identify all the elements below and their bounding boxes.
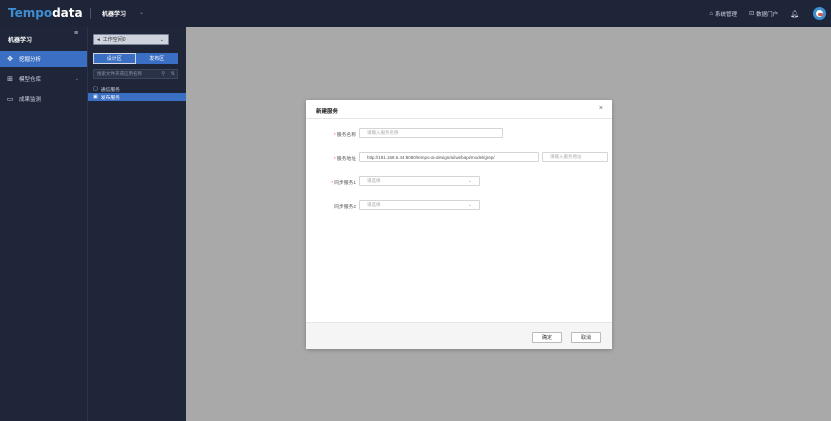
sidebar-item-label: 挖掘分析 xyxy=(19,57,42,63)
tab-design[interactable]: 设计区 xyxy=(93,53,136,64)
workspace-select[interactable]: ◂ 工作空间0 ⌄ xyxy=(93,34,169,45)
service-name-label: *服务名称 xyxy=(333,133,356,138)
tree-item[interactable]: ▢ 通信服务 xyxy=(88,85,187,93)
sidebar-title: 机器学习 xyxy=(8,38,33,44)
search-input[interactable]: 搜索文件夹或应用名称 ⚲ ⇅ xyxy=(93,69,178,79)
sidebar-item-label: 成果监测 xyxy=(19,97,42,103)
folder-icon: ▢ xyxy=(93,86,98,92)
divider xyxy=(306,118,612,119)
back-icon: ◂ xyxy=(97,36,100,43)
portal-icon: ⊡ xyxy=(749,11,755,17)
top-bar: Tempodata 机器学习 ⌄ ⌂ 系统管理 ⊡ 数据门户 🔔︎ xyxy=(0,0,831,27)
chevron-down-icon: ⌄ xyxy=(74,76,79,82)
home-icon: ⌂ xyxy=(709,10,714,17)
area-tabs: 设计区 发布区 xyxy=(93,53,178,64)
chevron-down-icon: ⌄ xyxy=(467,178,472,184)
service-url-input[interactable]: http://191.168.6.44:8080/tempo-ai-design… xyxy=(359,152,539,162)
close-icon[interactable]: × xyxy=(599,105,603,112)
confirm-button[interactable]: 确定 xyxy=(532,332,562,343)
top-divider xyxy=(90,8,91,19)
sidebar-item-model-repo[interactable]: ⊞ 模型仓库 ⌄ xyxy=(0,71,87,87)
avatar[interactable] xyxy=(813,7,826,20)
bell-icon[interactable]: 🔔︎ xyxy=(790,10,799,18)
analysis-icon: ✥ xyxy=(7,56,13,63)
sync-service-1-label: *同步服务1 xyxy=(331,181,356,186)
search-icon[interactable]: ⚲ xyxy=(161,71,165,77)
sync-service-2-select[interactable]: 请选择 ⌄ xyxy=(359,200,480,210)
top-right-actions: ⌂ 系统管理 ⊡ 数据门户 🔔︎ xyxy=(709,0,831,27)
service-name-input[interactable]: 请输入服务名称 xyxy=(359,128,503,138)
chevron-down-icon[interactable]: ⌄ xyxy=(139,9,144,16)
file-icon: ▣ xyxy=(93,94,98,100)
sidebar-item-monitor[interactable]: ▭ 成果监测 xyxy=(0,91,87,107)
sort-icon[interactable]: ⇅ xyxy=(171,71,175,77)
service-url-label: *服务地址 xyxy=(333,157,356,162)
cancel-button[interactable]: 取消 xyxy=(571,332,601,343)
resource-panel: ◂ 工作空间0 ⌄ 设计区 发布区 搜索文件夹或应用名称 ⚲ ⇅ ▢ 通信服务 … xyxy=(87,27,187,421)
tree-item[interactable]: ▣ 发布服务 xyxy=(88,93,187,101)
tab-publish[interactable]: 发布区 xyxy=(135,53,178,64)
chevron-down-icon: ⌄ xyxy=(467,202,472,208)
model-icon: ⊞ xyxy=(7,76,13,83)
dialog-footer: 确定 取消 xyxy=(306,322,612,349)
app-logo[interactable]: Tempodata xyxy=(8,6,83,20)
sidebar: 机器学习 ≡ ✥ 挖掘分析 ⊞ 模型仓库 ⌄ ▭ 成果监测 xyxy=(0,27,87,421)
menu-icon[interactable]: ≡ xyxy=(74,30,78,37)
sidebar-item-analysis[interactable]: ✥ 挖掘分析 xyxy=(0,51,87,67)
service-url-suffix-input[interactable]: 请输入服务地址 xyxy=(542,152,608,162)
sync-service-2-label: 同步服务2 xyxy=(334,205,356,210)
monitor-icon: ▭ xyxy=(6,96,14,103)
module-menu[interactable]: 机器学习 xyxy=(102,9,126,18)
new-service-dialog: 新建服务 × *服务名称 请输入服务名称 *服务地址 http://191.16… xyxy=(306,100,612,349)
chevron-down-icon: ⌄ xyxy=(159,36,164,43)
system-admin-link[interactable]: ⌂ 系统管理 xyxy=(709,10,737,18)
dialog-title: 新建服务 xyxy=(316,109,339,115)
data-portal-link[interactable]: ⊡ 数据门户 xyxy=(749,10,778,18)
sidebar-item-label: 模型仓库 xyxy=(19,77,42,83)
sync-service-1-select[interactable]: 请选择 ⌄ xyxy=(359,176,480,186)
